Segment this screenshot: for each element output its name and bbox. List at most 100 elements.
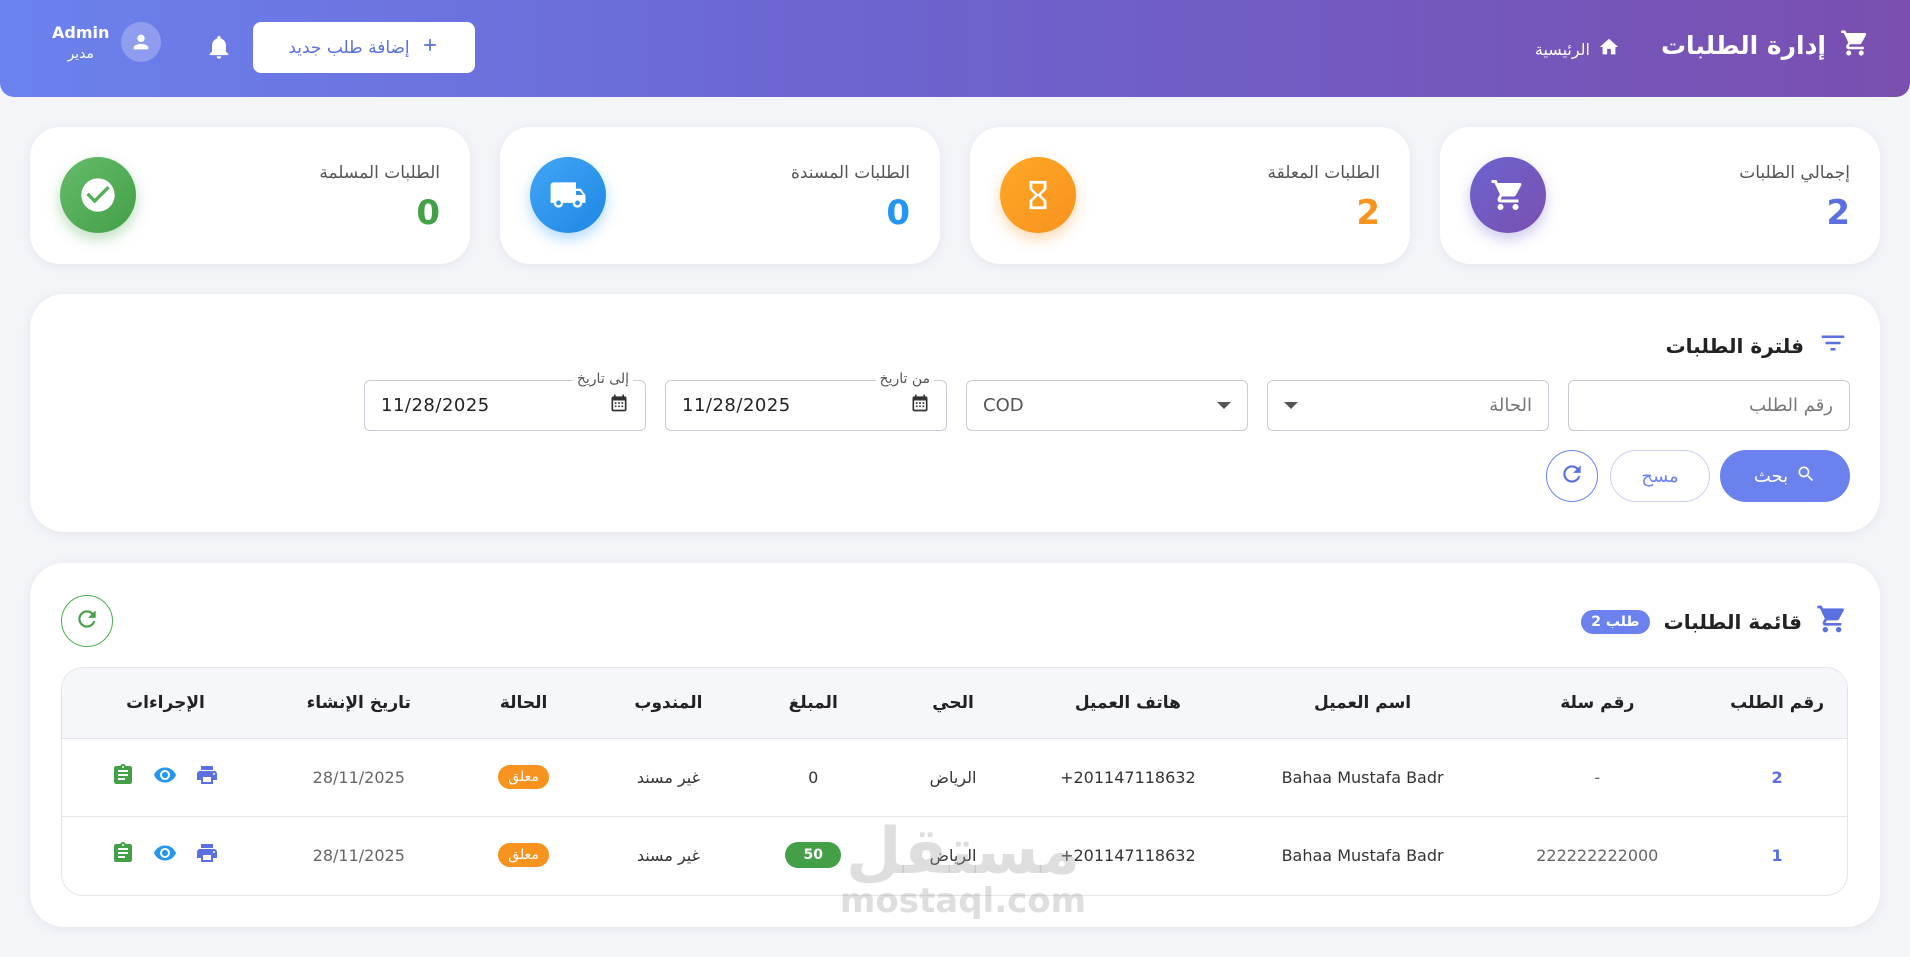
col-order-number[interactable]: رقم الطلب xyxy=(1707,668,1847,739)
customer-name: Bahaa Mustafa Badr xyxy=(1281,845,1444,865)
orders-table: رقم الطلب رقم سلة اسم العميل هاتف العميل… xyxy=(61,667,1848,896)
app-header: إدارة الطلبات الرئيسية إضافة طلب جديد Ad… xyxy=(0,0,1910,97)
clear-label: مسح xyxy=(1641,465,1679,487)
amount: 0 xyxy=(738,738,889,817)
stat-card-delivered: الطلبات المسلمة 0 xyxy=(30,127,470,264)
col-customer-name[interactable]: اسم العميل xyxy=(1237,668,1488,739)
to-date-value: 11/28/2025 xyxy=(381,395,490,416)
app-title: إدارة الطلبات xyxy=(1660,30,1826,60)
order-id-link[interactable]: 1 xyxy=(1772,846,1783,865)
user-name: Admin xyxy=(52,22,110,42)
user-role: مدير xyxy=(67,45,94,62)
chevron-down-icon xyxy=(1284,402,1298,409)
stat-value: 0 xyxy=(416,193,440,233)
col-status[interactable]: الحالة xyxy=(448,668,599,739)
refresh-orders-button[interactable] xyxy=(61,595,113,647)
avatar xyxy=(121,22,162,62)
home-label: الرئيسية xyxy=(1534,39,1590,59)
order-number-input[interactable]: رقم الطلب xyxy=(1568,380,1850,431)
calendar-icon[interactable] xyxy=(910,393,930,418)
row-actions xyxy=(111,763,219,791)
status-placeholder: الحالة xyxy=(1489,395,1532,416)
search-icon xyxy=(1796,464,1816,489)
person-icon xyxy=(134,34,149,50)
hourglass-icon xyxy=(1000,157,1076,233)
home-icon xyxy=(1598,36,1620,62)
payment-select[interactable]: COD xyxy=(966,380,1248,431)
calendar-icon[interactable] xyxy=(609,393,629,418)
check-circle-icon xyxy=(60,157,136,233)
from-date-value: 11/28/2025 xyxy=(682,395,791,416)
table-row[interactable]: 2 - Bahaa Mustafa Badr +201147118632 الر… xyxy=(62,738,1847,817)
user-menu[interactable]: Admin مدير xyxy=(52,22,162,62)
chevron-down-icon xyxy=(1217,402,1231,409)
orders-title: قائمة الطلبات 2 طلب xyxy=(1581,603,1848,640)
reset-filter-button[interactable] xyxy=(1546,450,1598,502)
filter-title-text: فلترة الطلبات xyxy=(1665,333,1804,358)
cart-icon xyxy=(1816,603,1848,640)
add-order-button[interactable]: إضافة طلب جديد xyxy=(253,22,475,73)
customer-name: Bahaa Mustafa Badr xyxy=(1237,738,1488,817)
bell-icon[interactable] xyxy=(205,33,233,65)
truck-icon xyxy=(530,157,606,233)
orders-count-badge: 2 طلب xyxy=(1581,609,1650,634)
to-date-input[interactable]: إلى تاريخ 11/28/2025 xyxy=(364,371,646,431)
print-icon[interactable] xyxy=(195,841,219,869)
order-number-placeholder: رقم الطلب xyxy=(1749,395,1833,416)
col-agent[interactable]: المندوب xyxy=(598,668,739,739)
district: الرياض xyxy=(888,738,1018,817)
col-district[interactable]: الحي xyxy=(888,668,1018,739)
stat-label: الطلبات المسندة xyxy=(790,163,910,183)
salla-number: - xyxy=(1487,738,1708,817)
col-created-date[interactable]: تاريخ الإنشاء xyxy=(268,668,449,739)
col-customer-phone[interactable]: هاتف العميل xyxy=(1017,668,1238,739)
add-order-label: إضافة طلب جديد xyxy=(288,37,410,58)
agent: غير مسند xyxy=(636,845,700,865)
refresh-icon xyxy=(1559,461,1585,491)
stat-card-pending: الطلبات المعلقة 2 xyxy=(970,127,1410,264)
print-icon[interactable] xyxy=(195,763,219,791)
payment-value: COD xyxy=(983,395,1024,416)
col-actions: الإجراءات xyxy=(62,668,269,739)
col-salla-number[interactable]: رقم سلة xyxy=(1487,668,1708,739)
row-actions xyxy=(111,841,219,869)
search-button[interactable]: بحث xyxy=(1720,450,1850,502)
view-icon[interactable] xyxy=(153,841,177,869)
orders-panel: قائمة الطلبات 2 طلب رقم الطلب رقم سلة اس… xyxy=(30,563,1880,927)
cart-icon xyxy=(1470,157,1546,233)
stat-label: إجمالي الطلبات xyxy=(1739,163,1850,183)
search-label: بحث xyxy=(1753,465,1789,487)
from-date-input[interactable]: من تاريخ 11/28/2025 xyxy=(665,371,947,431)
amount-badge: 50 xyxy=(785,842,841,869)
table-row[interactable]: 1 222222222000 Bahaa Mustafa Badr +20114… xyxy=(62,816,1847,894)
table-header-row: رقم الطلب رقم سلة اسم العميل هاتف العميل… xyxy=(62,668,1847,739)
refresh-icon xyxy=(74,606,100,636)
to-date-label: إلى تاريخ xyxy=(572,371,633,387)
agent: غير مسند xyxy=(598,738,739,817)
clipboard-icon[interactable] xyxy=(111,763,135,791)
customer-phone: +201147118632 xyxy=(1060,845,1196,865)
stat-value: 2 xyxy=(1826,193,1850,233)
stat-value: 0 xyxy=(886,193,910,233)
clipboard-icon[interactable] xyxy=(111,841,135,869)
plus-icon xyxy=(420,35,440,60)
status-badge: معلق xyxy=(498,843,549,868)
col-amount[interactable]: المبلغ xyxy=(738,668,889,739)
status-badge: معلق xyxy=(498,765,549,789)
home-link[interactable]: الرئيسية xyxy=(1535,36,1620,62)
created-date: 28/11/2025 xyxy=(312,845,405,865)
district: الرياض xyxy=(929,845,977,865)
stat-card-assigned: الطلبات المسندة 0 xyxy=(500,127,940,264)
status-select[interactable]: الحالة xyxy=(1267,380,1549,431)
orders-title-text: قائمة الطلبات xyxy=(1663,609,1802,634)
order-id-link[interactable]: 2 xyxy=(1772,768,1783,787)
salla-number: 222222222000 xyxy=(1536,845,1659,865)
stat-label: الطلبات المعلقة xyxy=(1267,163,1380,183)
clear-button[interactable]: مسح xyxy=(1610,450,1710,502)
brand[interactable]: إدارة الطلبات xyxy=(1661,28,1870,62)
cart-icon xyxy=(1840,28,1870,62)
filter-icon xyxy=(1818,328,1848,363)
customer-phone: +201147118632 xyxy=(1017,738,1238,817)
view-icon[interactable] xyxy=(153,763,177,791)
from-date-label: من تاريخ xyxy=(875,371,934,387)
